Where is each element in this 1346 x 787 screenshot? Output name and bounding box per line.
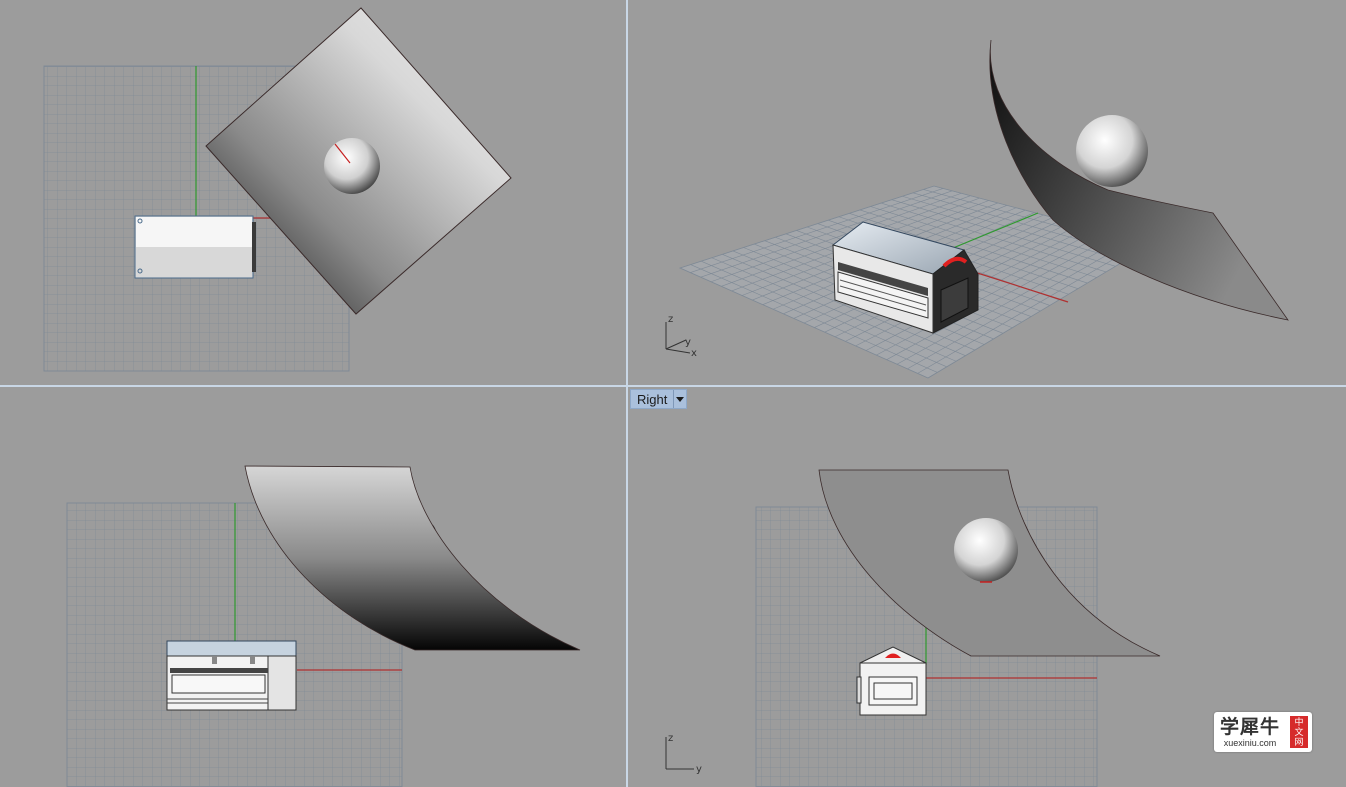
viewport-title-label[interactable]: Right: [631, 392, 673, 407]
x-axis-label: x: [691, 348, 697, 359]
perspective-viewport[interactable]: z y x: [628, 0, 1346, 385]
watermark-chinese: 学犀牛: [1219, 716, 1280, 738]
front-viewport[interactable]: [0, 387, 626, 787]
viewport-title-tab[interactable]: Right: [630, 389, 688, 409]
chevron-down-icon[interactable]: [673, 390, 686, 408]
sphere: [954, 518, 1018, 582]
watermark-logo: 学犀牛 xuexiniu.com 中 文 网: [1214, 712, 1312, 752]
z-axis-label: z: [668, 733, 673, 744]
mailbox-front-view: [166, 640, 297, 711]
front-viewport-canvas: [66, 465, 581, 787]
sphere: [324, 138, 380, 194]
watermark-stamp: 中 文 网: [1290, 716, 1308, 748]
world-axes-indicator: z y: [665, 733, 702, 775]
watermark-url: xuexiniu.com: [1223, 738, 1277, 748]
world-axes-indicator: z y x: [665, 314, 697, 359]
y-axis-label: y: [685, 337, 691, 348]
y-axis-label: y: [696, 764, 702, 775]
top-viewport[interactable]: [0, 0, 626, 385]
mailbox-top-view: [134, 215, 256, 279]
sphere: [1076, 115, 1148, 187]
z-axis-label: z: [668, 314, 673, 325]
top-viewport-canvas: [43, 7, 512, 372]
perspective-viewport-canvas: z y x: [665, 39, 1289, 379]
